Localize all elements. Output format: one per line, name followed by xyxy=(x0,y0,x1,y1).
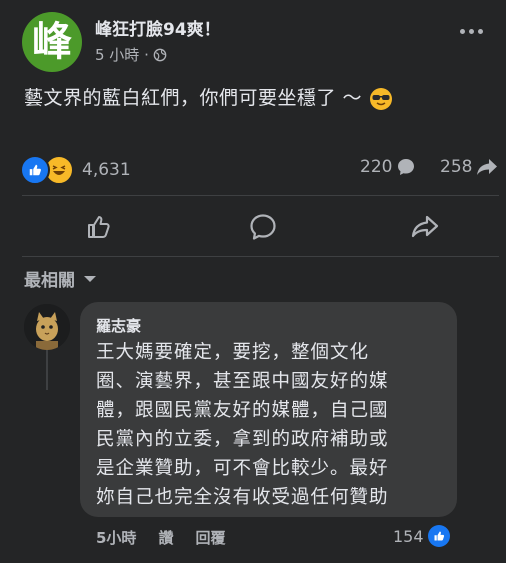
share-icon xyxy=(411,215,439,238)
page-avatar[interactable]: 峰 xyxy=(22,12,82,72)
thread-line xyxy=(46,350,48,390)
post-meta: 5 小時 · xyxy=(95,44,167,65)
comment-like-button[interactable]: 讚 xyxy=(158,527,173,548)
shares-count[interactable]: 258 xyxy=(440,157,498,177)
comment-line: 圈、演藝界，甚至跟中國友好的媒 xyxy=(96,371,389,392)
sunglasses-emoji-icon xyxy=(369,87,392,110)
comment-line: 體，跟國民黨友好的媒體，自己國 xyxy=(96,400,389,421)
comment-count-icon xyxy=(398,159,415,175)
page-name[interactable]: 峰狂打臉94爽！ xyxy=(95,15,221,40)
post-text: 藝文界的藍白紅們，你們可要坐穩了 ～ xyxy=(24,83,393,111)
globe-icon xyxy=(153,48,167,61)
caret-down-icon xyxy=(84,275,96,282)
like-reaction-icon xyxy=(20,155,50,185)
like-reaction-small-icon xyxy=(427,525,450,547)
comment-icon xyxy=(250,214,276,240)
reactions-count: 4,631 xyxy=(82,160,131,180)
like-button[interactable] xyxy=(79,209,119,245)
commenter-avatar[interactable] xyxy=(24,304,70,350)
comment-line: 王大媽要確定，要挖，整個文化 xyxy=(96,342,370,363)
shares-count-value: 258 xyxy=(440,157,473,177)
divider-top xyxy=(22,195,499,196)
sort-label: 最相關 xyxy=(24,271,75,291)
comment-reply-button[interactable]: 回覆 xyxy=(195,527,225,548)
comment-button[interactable] xyxy=(243,209,283,245)
post-time[interactable]: 5 小時 · xyxy=(95,44,149,65)
comment-line: 妳自己也完全沒有收受過任何贊助 xyxy=(96,487,389,508)
share-count-icon xyxy=(477,159,498,175)
comment-likes-count: 154 xyxy=(393,526,424,546)
comment-likes[interactable]: 154 xyxy=(393,525,450,547)
comment-time[interactable]: 5小時 xyxy=(96,527,136,548)
comment-line: 是企業贊助，可不會比較少。最好 xyxy=(96,458,389,479)
post-text-body: 藝文界的藍白紅們，你們可要坐穩了 ～ xyxy=(24,87,363,109)
reactions-summary[interactable]: 4,631 xyxy=(20,155,131,185)
comment-line: 民黨內的立委，拿到的政府補助或 xyxy=(96,429,389,450)
comment-sort-dropdown[interactable]: 最相關 xyxy=(24,266,97,291)
comment-author[interactable]: 羅志豪 xyxy=(96,315,141,336)
comments-count[interactable]: 220 xyxy=(360,157,416,177)
more-icon[interactable] xyxy=(460,29,483,34)
comment-text: 王大媽要確定，要挖，整個文化 圈、演藝界，甚至跟中國友好的媒 體，跟國民黨友好的… xyxy=(96,338,446,512)
divider-bottom xyxy=(22,256,499,257)
share-button[interactable] xyxy=(405,209,445,245)
thumbs-up-icon xyxy=(88,216,110,238)
comment-footer: 5小時 讚 回覆 xyxy=(96,527,225,548)
comments-count-value: 220 xyxy=(360,157,393,177)
page-avatar-char: 峰 xyxy=(32,19,72,65)
